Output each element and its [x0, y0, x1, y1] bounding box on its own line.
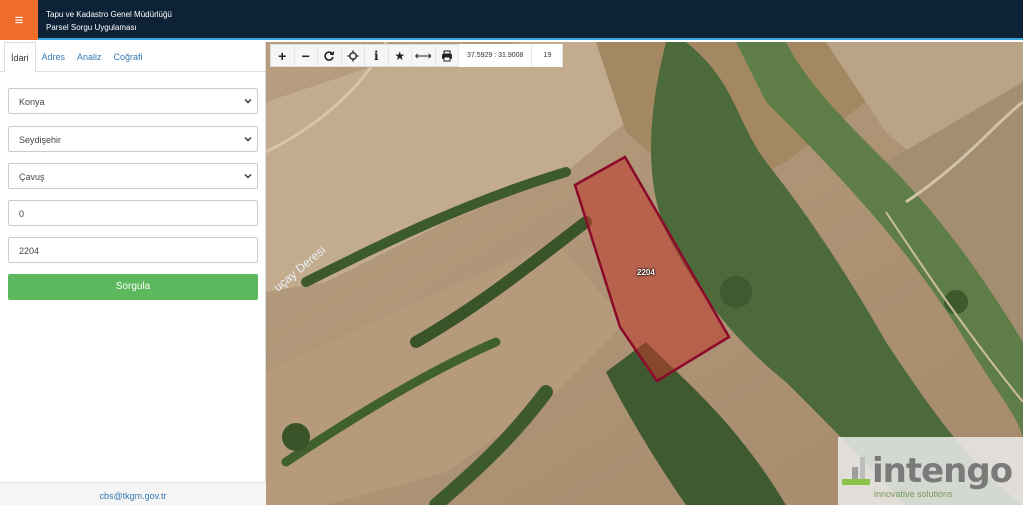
query-button[interactable]: Sorgula: [8, 274, 258, 300]
footer-email[interactable]: cbs@tkgm.gov.tr: [0, 482, 266, 505]
app-title-line1: Tapu ve Kadastro Genel Müdürlüğü: [46, 10, 172, 19]
top-bar: ≡ Tapu ve Kadastro Genel Müdürlüğü Parse…: [0, 0, 1023, 40]
tab-analiz[interactable]: Analiz: [71, 42, 108, 72]
sidebar: İdari Adres Analiz Coğrafi Konya Seydişe…: [0, 42, 266, 505]
map-toolbar: + − i ★ ⟷ 37.5929 : 31.9008 19: [270, 44, 564, 67]
parcel-input[interactable]: 2204: [8, 237, 258, 263]
tab-cografi[interactable]: Coğrafi: [108, 42, 149, 72]
locate-icon[interactable]: [342, 44, 365, 67]
parcel-number-label: 2204: [637, 268, 655, 277]
intengo-logo: intengo innovative solutions: [838, 437, 1023, 505]
print-icon[interactable]: [436, 44, 459, 67]
app-title: Tapu ve Kadastro Genel Müdürlüğü Parsel …: [46, 8, 172, 34]
tab-bar: İdari Adres Analiz Coğrafi: [0, 42, 266, 73]
province-value: Konya: [19, 97, 45, 107]
star-icon[interactable]: ★: [389, 44, 412, 67]
plus-icon[interactable]: +: [271, 44, 295, 67]
chevron-down-icon: [244, 99, 252, 104]
watermark-text: intengo: [872, 451, 1013, 491]
map-view[interactable]: uçay Deresi 2204 + − i ★ ⟷ 37.5929 : 31.…: [266, 42, 1023, 505]
district-select[interactable]: Seydişehir: [8, 126, 258, 152]
tab-adres[interactable]: Adres: [36, 42, 72, 72]
info-icon[interactable]: i: [365, 44, 389, 67]
hamburger-icon[interactable]: ≡: [0, 0, 38, 40]
refresh-icon[interactable]: [318, 44, 342, 67]
neighborhood-value: Çavuş: [19, 172, 45, 182]
block-value: 0: [19, 209, 25, 219]
tab-idari[interactable]: İdari: [4, 42, 36, 73]
chevron-down-icon: [244, 174, 252, 179]
zoom-level: 19: [532, 44, 563, 67]
district-value: Seydişehir: [19, 135, 62, 145]
coordinate-readout: 37.5929 : 31.9008: [459, 44, 533, 67]
province-select[interactable]: Konya: [8, 88, 258, 114]
neighborhood-select[interactable]: Çavuş: [8, 163, 258, 189]
block-input[interactable]: 0: [8, 200, 258, 226]
app-title-line2: Parsel Sorgu Uygulaması: [46, 23, 137, 32]
minus-icon[interactable]: −: [295, 44, 318, 67]
parcel-value: 2204: [19, 246, 40, 256]
chevron-down-icon: [244, 137, 252, 142]
logo-mark-icon: [842, 457, 870, 485]
measure-icon[interactable]: ⟷: [412, 44, 436, 67]
watermark-subtext: innovative solutions: [874, 489, 953, 499]
